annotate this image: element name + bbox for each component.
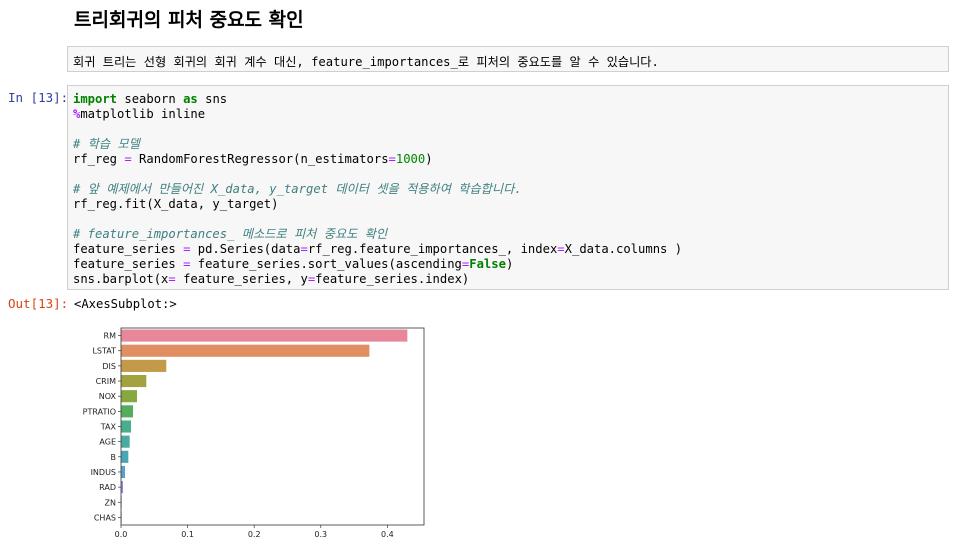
code-text: rf_reg: [73, 152, 125, 166]
code-line: feature_series = pd.Series(data=rf_reg.f…: [73, 242, 682, 257]
code-cell[interactable]: import seaborn as sns %matplotlib inline…: [67, 85, 949, 290]
keyword: False: [469, 257, 506, 271]
feature-importance-chart: RM LSTAT DIS CRIM NOX PTRATIO TAX AGE B INDUS RAD Z…: [83, 327, 425, 539]
markdown-text: 회귀 트리는 선형 회귀의 회귀 계수 대신, feature_importan…: [73, 55, 659, 69]
bar-age: [121, 435, 130, 448]
x-tick-label: 0.0: [115, 530, 128, 539]
operator: =: [124, 152, 132, 166]
bar-b: [121, 450, 129, 463]
chart-x-ticks: 0.0 0.1 0.2 0.3 0.4: [115, 525, 394, 539]
code-line: feature_series = feature_series.sort_val…: [73, 257, 682, 272]
y-tick-label: DIS: [102, 362, 116, 371]
x-tick-label: 0.3: [314, 530, 327, 539]
code-comment: # feature_importances_ 메소드로 피처 중요도 확인: [73, 227, 388, 241]
y-tick-label: AGE: [99, 438, 116, 447]
output-text: <AxesSubplot:>: [74, 297, 177, 311]
code-text: feature_series.index): [315, 272, 470, 286]
code-line: import seaborn as sns: [73, 92, 682, 107]
y-tick-label: CRIM: [96, 377, 117, 386]
operator: =: [168, 272, 176, 286]
bar-lstat: [121, 344, 370, 357]
bar-tax: [121, 420, 131, 433]
operator: =: [388, 152, 396, 166]
code-line: rf_reg.fit(X_data, y_target): [73, 197, 279, 211]
chart-y-tick-labels: RM LSTAT DIS CRIM NOX PTRATIO TAX AGE B INDUS RAD Z…: [83, 332, 121, 522]
code-line: sns.barplot(x= feature_series, y=feature…: [73, 272, 682, 287]
code-text: matplotlib inline: [80, 107, 206, 121]
code-text: seaborn: [117, 92, 184, 106]
y-tick-label: LSTAT: [92, 347, 116, 356]
bar-crim: [121, 374, 147, 388]
number-literal: 1000: [395, 152, 426, 166]
x-tick-label: 0.4: [381, 530, 394, 539]
code-text: feature_series.sort_values(ascending: [190, 257, 462, 271]
keyword: as: [183, 92, 198, 106]
code-text: rf_reg.feature_importances_, index: [307, 242, 558, 256]
y-tick-label: CHAS: [94, 513, 116, 522]
code-text: sns.barplot(x: [73, 272, 169, 286]
output-prompt: Out[13]:: [8, 296, 69, 311]
y-tick-label: RM: [104, 332, 117, 341]
code-text: feature_series: [73, 257, 184, 271]
code-editor[interactable]: import seaborn as sns %matplotlib inline…: [73, 92, 682, 287]
input-prompt: In [13]:: [8, 90, 69, 105]
chart-axes-frame: [120, 327, 425, 526]
x-tick-label: 0.2: [248, 530, 261, 539]
y-tick-label: RAD: [99, 483, 116, 492]
code-line: %matplotlib inline: [73, 107, 682, 122]
operator: =: [300, 242, 308, 256]
bar-rm: [121, 329, 408, 342]
y-tick-label: INDUS: [91, 468, 116, 477]
code-text: RandomForestRegressor(n_estimators: [131, 152, 389, 166]
y-tick-label: NOX: [99, 392, 117, 401]
keyword: import: [73, 92, 118, 106]
bar-nox: [121, 390, 137, 403]
y-tick-label: PTRATIO: [83, 407, 116, 416]
bar-indus: [121, 465, 125, 479]
code-text: pd.Series(data: [190, 242, 301, 256]
code-comment: # 앞 예제에서 만들어진 X_data, y_target 데이터 셋을 적용…: [73, 182, 522, 196]
code-text: ): [505, 257, 514, 271]
code-text: sns: [197, 92, 228, 106]
code-line: rf_reg = RandomForestRegressor(n_estimat…: [73, 152, 682, 167]
x-tick-label: 0.1: [181, 530, 194, 539]
y-tick-label: B: [111, 453, 117, 462]
code-text: feature_series: [73, 242, 184, 256]
code-comment: # 학습 모델: [73, 137, 140, 151]
code-text: ): [425, 152, 433, 166]
section-heading: 트리회귀의 피처 중요도 확인: [74, 9, 304, 31]
bar-ptratio: [121, 405, 133, 418]
y-tick-label: ZN: [105, 498, 116, 507]
bar-dis: [121, 359, 167, 372]
y-tick-label: TAX: [100, 423, 117, 432]
markdown-cell[interactable]: 회귀 트리는 선형 회귀의 회귀 계수 대신, feature_importan…: [67, 46, 949, 72]
code-text: feature_series, y: [175, 272, 308, 286]
operator: =: [557, 242, 565, 256]
code-text: X_data.columns ): [564, 242, 683, 256]
chart-bars: [121, 329, 408, 524]
